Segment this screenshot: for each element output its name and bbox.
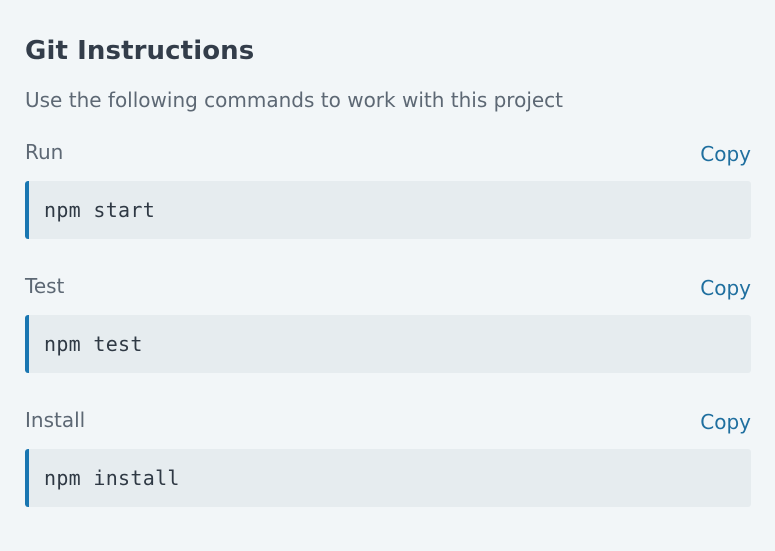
page-subtitle: Use the following commands to work with …	[25, 88, 564, 112]
code-block-run[interactable]: npm start	[25, 181, 751, 239]
copy-test-button[interactable]: Copy	[700, 274, 751, 302]
command-text-test: npm test	[44, 332, 143, 356]
code-block-install[interactable]: npm install	[25, 449, 751, 507]
command-text-install: npm install	[44, 466, 180, 490]
copy-install-button[interactable]: Copy	[700, 408, 751, 436]
git-instructions-panel: Git Instructions Use the following comma…	[0, 0, 775, 551]
copy-run-button[interactable]: Copy	[700, 140, 751, 168]
code-block-test[interactable]: npm test	[25, 315, 751, 373]
command-label-test: Test	[25, 274, 65, 298]
command-label-run: Run	[25, 140, 64, 164]
command-text-run: npm start	[44, 198, 156, 222]
page-title: Git Instructions	[25, 36, 255, 66]
command-label-install: Install	[25, 408, 86, 432]
